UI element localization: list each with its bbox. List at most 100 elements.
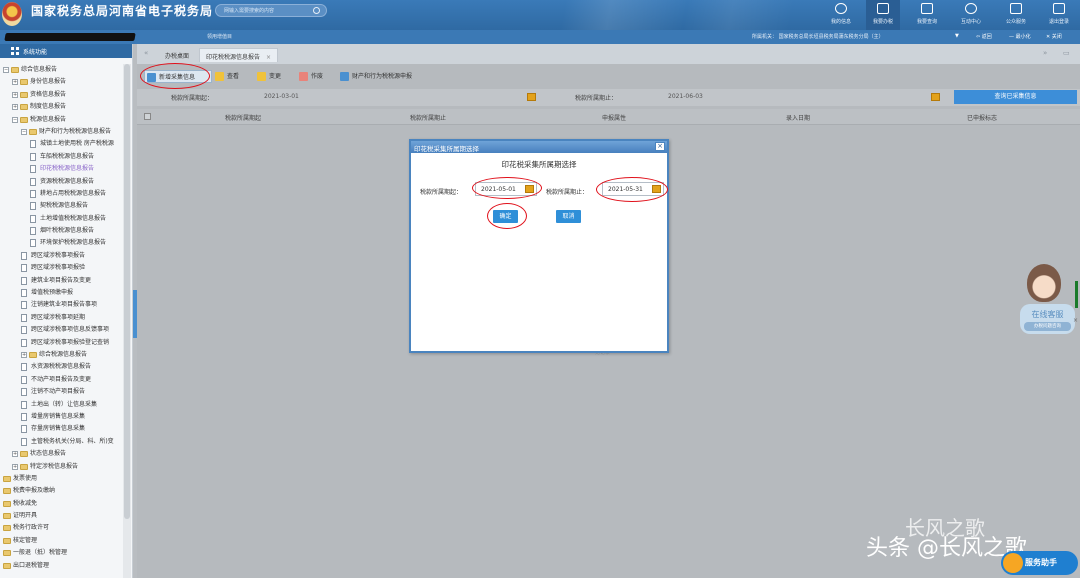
select-all-checkbox[interactable] (144, 113, 151, 120)
collapse-icon[interactable]: − (3, 67, 9, 73)
nav-query[interactable]: 我要查询 (910, 0, 944, 30)
search-input[interactable]: 网输入需要搜索的内容 (215, 4, 327, 17)
cancel-button[interactable]: 取消 (556, 210, 581, 223)
sidebar-item[interactable]: + 综合税源信息报告 (0, 349, 122, 361)
sidebar-item[interactable]: + 资格信息报告 (0, 89, 122, 101)
collapse-icon[interactable]: − (21, 128, 27, 135)
sidebar-item[interactable]: 土地出（转）让信息采集 (0, 399, 122, 411)
query-start-input[interactable]: 2021-03-01 (264, 93, 299, 100)
sidebar-item[interactable]: 主管税务机关(分局、科、所)变 (0, 436, 122, 448)
calendar-icon[interactable] (527, 93, 536, 101)
sidebar-item[interactable]: 印花税税源信息报告 (0, 163, 122, 175)
expand-icon[interactable]: + (12, 463, 18, 470)
sidebar-item[interactable]: 契税税源信息报告 (0, 200, 122, 212)
sidebar-item[interactable]: 城镇土地使用税 房产税税源 (0, 138, 122, 150)
expand-icon[interactable]: + (12, 79, 18, 86)
sidebar-item[interactable]: − 综合信息报告 (0, 64, 122, 76)
document-icon (21, 313, 27, 322)
query-end-input[interactable]: 2021-06-03 (668, 93, 703, 100)
nav-tax-service[interactable]: 我要办税 (866, 0, 900, 30)
sidebar-item-label: 跨区域涉税事项延期 (31, 313, 86, 321)
dialog-end-date-input[interactable]: 2021-05-31 (602, 182, 664, 196)
sidebar-item[interactable]: + 身份信息报告 (0, 76, 122, 88)
sidebar-item[interactable]: 发票使用 (0, 473, 122, 485)
sidebar-item[interactable]: 一般退（抵）税管理 (0, 547, 122, 559)
sidebar-item[interactable]: 税费申报及缴纳 (0, 485, 122, 497)
tab-stamp-tax[interactable]: 印花税税源信息报告 × (199, 48, 279, 62)
add-record-button[interactable]: 新增采集信息 (144, 70, 212, 83)
sidebar-item[interactable]: 土地增值税税源信息报告 (0, 213, 122, 225)
nav-logout[interactable]: 退出登录 (1042, 0, 1076, 30)
close-icon[interactable]: × (266, 54, 271, 61)
sidebar-item[interactable]: 跨区域涉税事项延期 (0, 312, 122, 324)
sidebar-item[interactable]: + 特定涉税信息报告 (0, 461, 122, 473)
sidebar-item-label: 跨区域涉税事项信息反馈事项 (31, 326, 110, 334)
tab-home[interactable]: 办税桌面 (159, 48, 195, 62)
close-button[interactable]: ✕ 关闭 (1046, 33, 1062, 40)
sidebar-item[interactable]: 烟叶税税源信息报告 (0, 225, 122, 237)
sidebar-item[interactable]: 跨区域涉税事项信息反馈事项 (0, 324, 122, 336)
sidebar-item[interactable]: 税收减免 (0, 498, 122, 510)
tab-menu-icon[interactable]: ▭ (1063, 49, 1070, 57)
sidebar-item[interactable]: + 状态信息报告 (0, 448, 122, 460)
sidebar-item-label: 烟叶税税源信息报告 (40, 227, 95, 235)
confirm-button[interactable]: 确定 (493, 210, 518, 223)
sidebar-item[interactable]: 跨区域涉税事项报验登记查销 (0, 337, 122, 349)
minimize-button[interactable]: — 最小化 (1009, 33, 1031, 40)
sidebar-item[interactable]: 增值税预缴申报 (0, 287, 122, 299)
sidebar-item[interactable]: 出口退税管理 (0, 560, 122, 572)
close-icon[interactable]: × (655, 142, 665, 151)
sidebar-item[interactable]: 跨区域涉税事项报告 (0, 250, 122, 262)
void-button[interactable]: 作废 (299, 70, 331, 83)
sidebar-item[interactable]: 注销建筑业项目报告事项 (0, 299, 122, 311)
app-window: 国家税务总局河南省电子税务局 网输入需要搜索的内容 我的信息 我要办税 我要查询… (0, 0, 1080, 578)
change-button[interactable]: 变更 (257, 70, 289, 83)
nav-interaction[interactable]: 互动中心 (954, 0, 988, 30)
expand-icon[interactable]: + (12, 91, 18, 98)
sidebar-item[interactable]: 水资源税税源信息报告 (0, 361, 122, 373)
sidebar-item-label: 税收减免 (13, 499, 38, 507)
sidebar-item[interactable]: 环境保护税税源信息报告 (0, 237, 122, 249)
chevron-down-icon[interactable]: ▼ (955, 33, 959, 39)
sidebar-item[interactable]: 注销不动产项目报告 (0, 386, 122, 398)
sidebar-item[interactable]: 税务行政许可 (0, 522, 122, 534)
return-button[interactable]: ⇦ 返回 (976, 33, 992, 40)
sidebar-scrollbar[interactable] (123, 64, 131, 578)
double-chevron-left-icon[interactable]: « (144, 49, 148, 57)
sidebar-item[interactable]: 存量房销售信息采集 (0, 423, 122, 435)
calendar-icon[interactable] (525, 185, 534, 193)
nav-my-info[interactable]: 我的信息 (824, 0, 858, 30)
dialog-start-date-input[interactable]: 2021-05-01 (475, 182, 537, 196)
close-icon[interactable]: × (1073, 317, 1078, 324)
service-helper-button[interactable]: 服务助手 (1001, 551, 1078, 575)
sidebar-item[interactable]: 证明开具 (0, 510, 122, 522)
document-icon (21, 363, 27, 372)
calendar-icon[interactable] (652, 185, 661, 193)
sidebar-item[interactable]: 建筑业项目报告及变更 (0, 275, 122, 287)
sidebar-item[interactable]: 耕地占用税税源信息报告 (0, 188, 122, 200)
nav-public-service[interactable]: 公众服务 (999, 0, 1033, 30)
sidebar-item[interactable]: − 税源信息报告 (0, 114, 122, 126)
document-icon (21, 326, 27, 335)
search-icon[interactable] (313, 7, 320, 14)
declare-button[interactable]: 财产和行为税税源申报 (340, 70, 430, 83)
sidebar-item[interactable]: 不动产项目报告及变更 (0, 374, 122, 386)
sidebar-item[interactable]: 增量房销售信息采集 (0, 411, 122, 423)
scrollbar-thumb[interactable] (124, 64, 130, 519)
online-service-widget[interactable]: 在线客服 办税问题咨询 (1017, 264, 1077, 348)
query-button[interactable]: 查询已采集信息 (954, 90, 1077, 104)
double-chevron-right-icon[interactable]: » (1043, 49, 1047, 57)
expand-icon[interactable]: + (21, 351, 27, 358)
view-button[interactable]: 查看 (215, 70, 247, 83)
expand-icon[interactable]: + (12, 104, 18, 111)
collapse-icon[interactable]: − (12, 116, 18, 123)
calendar-icon[interactable] (931, 93, 940, 101)
sidebar-item[interactable]: − 财产和行为税税源信息报告 (0, 126, 122, 138)
expand-icon[interactable]: + (12, 451, 18, 458)
sidebar-item[interactable]: 资源税税源信息报告 (0, 176, 122, 188)
close-label: 关闭 (1051, 34, 1062, 40)
sidebar-item[interactable]: 跨区域涉税事项报验 (0, 262, 122, 274)
sidebar-item[interactable]: 核定管理 (0, 535, 122, 547)
sidebar-item[interactable]: + 制度信息报告 (0, 101, 122, 113)
sidebar-item[interactable]: 车船税税源信息报告 (0, 151, 122, 163)
